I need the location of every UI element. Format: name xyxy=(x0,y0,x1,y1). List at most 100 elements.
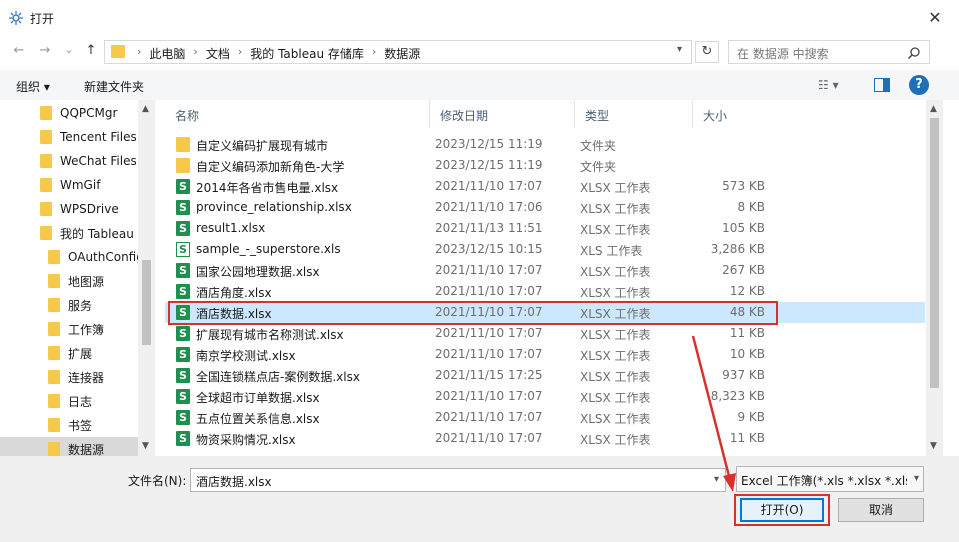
navigation-pane: QQPCMgr Tencent Files WeChat Files WmGif… xyxy=(0,100,155,456)
column-header-size[interactable]: 大小 xyxy=(693,100,793,128)
file-list-scrollbar[interactable]: ▲ ▼ xyxy=(926,100,943,456)
open-button-annotation-frame xyxy=(734,494,830,526)
scrollbar-thumb[interactable] xyxy=(930,118,939,388)
file-type: XLSX 工作表 xyxy=(580,202,651,216)
file-row[interactable]: 自定义编码扩展现有城市 2023/12/15 11:19 文件夹 xyxy=(165,134,925,155)
cancel-button[interactable]: 取消 xyxy=(838,498,924,522)
breadcrumb-item[interactable]: 数据源 xyxy=(384,45,420,62)
column-header-label: 大小 xyxy=(703,109,728,123)
file-size: 11 KB xyxy=(729,431,765,445)
file-row[interactable]: S 五点位置关系信息.xlsx 2021/11/10 17:07 XLSX 工作表 9 … xyxy=(165,407,925,428)
recent-locations-chevron-icon[interactable]: ⌄ xyxy=(60,43,78,56)
selected-file-annotation-frame xyxy=(168,301,778,325)
back-arrow-icon[interactable]: ← xyxy=(10,43,28,58)
filename-value: 酒店数据.xlsx xyxy=(196,475,272,489)
scroll-down-icon[interactable]: ▼ xyxy=(142,441,149,451)
file-type: XLSX 工作表 xyxy=(580,412,651,426)
chevron-down-icon[interactable]: ▾ xyxy=(714,474,719,485)
file-row[interactable]: Sresult1.xlsx 2021/11/13 11:51 XLSX 工作表 105… xyxy=(165,218,925,239)
folder-icon xyxy=(48,250,60,264)
spreadsheet-icon: S xyxy=(176,200,190,215)
file-row[interactable]: S 物资采购情况.xlsx 2021/11/10 17:07 XLSX 工作表 11 K… xyxy=(165,428,925,449)
sidebar-item[interactable]: 书签 xyxy=(48,413,138,437)
close-icon[interactable]: ✕ xyxy=(925,8,945,28)
folder-icon xyxy=(176,137,190,152)
scroll-down-icon[interactable]: ▼ xyxy=(930,441,937,451)
file-date: 2021/11/10 17:07 xyxy=(435,179,543,193)
refresh-icon[interactable]: ↻ xyxy=(695,41,719,63)
file-type: 文件夹 xyxy=(580,160,617,174)
file-row[interactable]: S 国家公园地理数据.xlsx 2021/11/10 17:07 XLSX 工作表 26… xyxy=(165,260,925,281)
sidebar-item[interactable]: 连接器 xyxy=(48,365,138,389)
file-name: 物资采购情况.xlsx xyxy=(196,433,296,447)
sidebar-item[interactable]: 我的 Tableau xyxy=(40,221,138,245)
scroll-up-icon[interactable]: ▲ xyxy=(142,104,149,114)
file-row[interactable]: S 全国连锁糕点店-案例数据.xlsx 2021/11/15 17:25 XLSX 工… xyxy=(165,365,925,386)
column-header-label: 类型 xyxy=(585,109,610,123)
sidebar-item[interactable]: 日志 xyxy=(48,389,138,413)
file-row[interactable]: S 全球超市订单数据.xlsx 2021/11/10 17:07 XLSX 工作表 8,… xyxy=(165,386,925,407)
address-dropdown-chevron-icon[interactable]: ▾ xyxy=(677,44,682,55)
breadcrumb-item[interactable]: 文档 xyxy=(206,45,230,62)
help-icon[interactable]: ? xyxy=(909,75,929,95)
file-type-select[interactable]: Excel 工作簿(*.xls *.xlsx *.xlsm ▾ xyxy=(736,466,924,492)
sidebar-item-label: 连接器 xyxy=(68,370,105,385)
sidebar-item[interactable]: WPSDrive xyxy=(40,197,138,221)
preview-pane-icon[interactable] xyxy=(874,78,890,92)
spreadsheet-icon: S xyxy=(176,326,190,341)
file-row[interactable]: S 2014年各省市售电量.xlsx 2021/11/10 17:07 XLSX 工作… xyxy=(165,176,925,197)
address-bar[interactable]: › 此电脑 › 文档 › 我的 Tableau 存储库 › 数据源 ▾ xyxy=(104,40,692,64)
folder-icon xyxy=(48,418,60,432)
breadcrumb-separator-icon: › xyxy=(193,45,198,58)
sidebar-item-selected[interactable]: 数据源 xyxy=(0,437,138,456)
file-row[interactable]: S 酒店角度.xlsx 2021/11/10 17:07 XLSX 工作表 12 KB xyxy=(165,281,925,302)
sidebar-item[interactable]: WeChat Files xyxy=(40,149,138,173)
file-name: 扩展现有城市名称测试.xlsx xyxy=(196,328,344,342)
file-row[interactable]: S 扩展现有城市名称测试.xlsx 2021/11/10 17:07 XLSX 工作表… xyxy=(165,323,925,344)
sidebar-item[interactable]: Tencent Files xyxy=(40,125,138,149)
breadcrumb-separator-icon: › xyxy=(371,45,377,58)
sidebar-item-label: 工作簿 xyxy=(68,322,105,337)
file-date: 2021/11/10 17:07 xyxy=(435,263,543,277)
file-date: 2021/11/13 11:51 xyxy=(435,221,543,235)
view-options-icon[interactable]: ☷ ▾ xyxy=(818,78,839,92)
new-folder-button[interactable]: 新建文件夹 xyxy=(84,78,144,95)
file-date: 2023/12/15 11:19 xyxy=(435,158,543,172)
up-arrow-icon[interactable]: ↑ xyxy=(82,43,100,58)
spreadsheet-icon: S xyxy=(176,284,190,299)
breadcrumb-item[interactable]: 此电脑 xyxy=(149,45,185,62)
breadcrumb-item[interactable]: 我的 Tableau 存储库 xyxy=(250,45,364,62)
column-header-type[interactable]: 类型 xyxy=(575,100,693,128)
file-row[interactable]: 自定义编码添加新角色-大学 2023/12/15 11:19 文件夹 xyxy=(165,155,925,176)
search-input[interactable]: 在 数据源 中搜索 xyxy=(728,40,930,64)
window-title: 打开 xyxy=(30,12,55,26)
sidebar-item[interactable]: 服务 xyxy=(48,293,138,317)
file-name: 全国连锁糕点店-案例数据.xlsx xyxy=(196,370,360,384)
column-header-date[interactable]: 修改日期 xyxy=(430,100,575,128)
scrollbar-thumb[interactable] xyxy=(142,260,151,345)
column-header-name[interactable]: 名称 ^ xyxy=(165,100,430,128)
sidebar-item[interactable]: 地图源 xyxy=(48,269,138,293)
filename-input[interactable]: 酒店数据.xlsx ▾ xyxy=(190,468,726,492)
organize-menu-button[interactable]: 组织 ▾ xyxy=(16,78,50,95)
sidebar-item-label: 我的 Tableau xyxy=(60,226,134,241)
sidebar-item[interactable]: 扩展 xyxy=(48,341,138,365)
file-date: 2021/11/10 17:07 xyxy=(435,431,543,445)
sidebar-item[interactable]: OAuthConfig xyxy=(48,245,144,269)
file-type: XLSX 工作表 xyxy=(580,391,651,405)
filename-label: 文件名(N): xyxy=(128,474,187,488)
sidebar-item[interactable]: 工作簿 xyxy=(48,317,138,341)
spreadsheet-icon: S xyxy=(176,347,190,362)
chevron-down-icon[interactable]: ▾ xyxy=(914,473,919,484)
file-type: XLSX 工作表 xyxy=(580,181,651,195)
file-name: sample_-_superstore.xls xyxy=(196,242,341,256)
file-row[interactable]: Sprovince_relationship.xlsx 2021/11/10 17… xyxy=(165,197,925,218)
sidebar-scrollbar[interactable]: ▲ ▼ xyxy=(138,100,155,456)
forward-arrow-icon[interactable]: → xyxy=(36,43,54,58)
file-row[interactable]: Ssample_-_superstore.xls 2023/12/15 10:15… xyxy=(165,239,925,260)
sidebar-item[interactable]: WmGif xyxy=(40,173,138,197)
sidebar-item[interactable]: QQPCMgr xyxy=(40,101,138,125)
file-name: result1.xlsx xyxy=(196,221,266,235)
file-row[interactable]: S 南京学校测试.xlsx 2021/11/10 17:07 XLSX 工作表 10 K… xyxy=(165,344,925,365)
scroll-up-icon[interactable]: ▲ xyxy=(930,104,937,114)
